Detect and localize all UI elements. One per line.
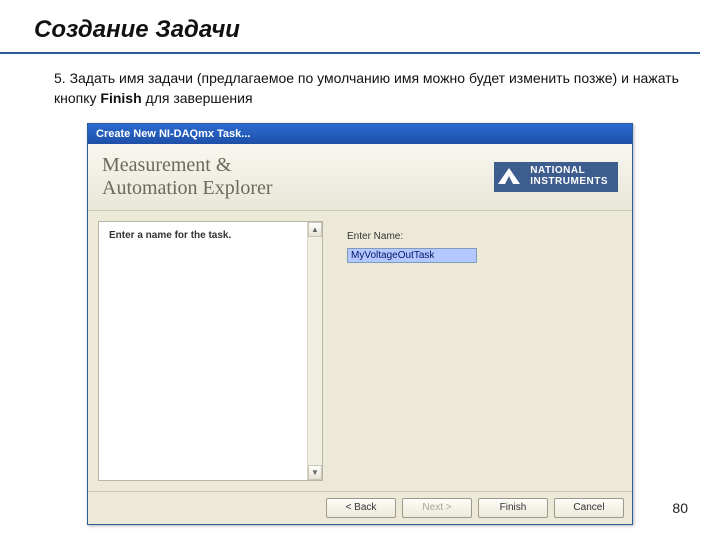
- next-button: Next >: [402, 498, 472, 518]
- dialog-footer: < Back Next > Finish Cancel: [88, 491, 632, 524]
- step-text-bold: Finish: [100, 90, 141, 106]
- name-field-label: Enter Name:: [347, 231, 614, 242]
- step-text-suffix: для завершения: [142, 90, 253, 106]
- left-prompt-text: Enter a name for the task.: [99, 222, 322, 249]
- scroll-down-icon[interactable]: ▼: [308, 465, 322, 480]
- ni-logo-text: NATIONAL INSTRUMENTS: [530, 163, 618, 190]
- back-button[interactable]: < Back: [326, 498, 396, 518]
- page-number: 80: [672, 500, 688, 516]
- ni-logo: NATIONAL INSTRUMENTS: [494, 162, 618, 192]
- dialog-body: Enter a name for the task. ▲ ▼ Enter Nam…: [88, 211, 632, 491]
- cancel-button[interactable]: Cancel: [554, 498, 624, 518]
- logo-line2: INSTRUMENTS: [530, 177, 608, 188]
- header-line1: Measurement &: [102, 154, 273, 177]
- scrollbar[interactable]: ▲ ▼: [307, 222, 322, 480]
- dialog-window: Create New NI-DAQmx Task... Measurement …: [87, 123, 633, 525]
- slide-title: Создание Задачи: [0, 0, 700, 54]
- dialog-header-text: Measurement & Automation Explorer: [102, 154, 273, 200]
- step-instruction: 5. Задать имя задачи (предлагаемое по ум…: [0, 54, 720, 123]
- ni-eagle-icon: [494, 162, 524, 192]
- right-pane: Enter Name:: [329, 211, 632, 491]
- finish-button[interactable]: Finish: [478, 498, 548, 518]
- task-name-input[interactable]: [347, 248, 477, 263]
- dialog-header: Measurement & Automation Explorer NATION…: [88, 144, 632, 211]
- left-pane: Enter a name for the task. ▲ ▼: [98, 221, 323, 481]
- header-line2: Automation Explorer: [102, 177, 273, 200]
- dialog-titlebar: Create New NI-DAQmx Task...: [88, 124, 632, 144]
- scroll-up-icon[interactable]: ▲: [308, 222, 322, 237]
